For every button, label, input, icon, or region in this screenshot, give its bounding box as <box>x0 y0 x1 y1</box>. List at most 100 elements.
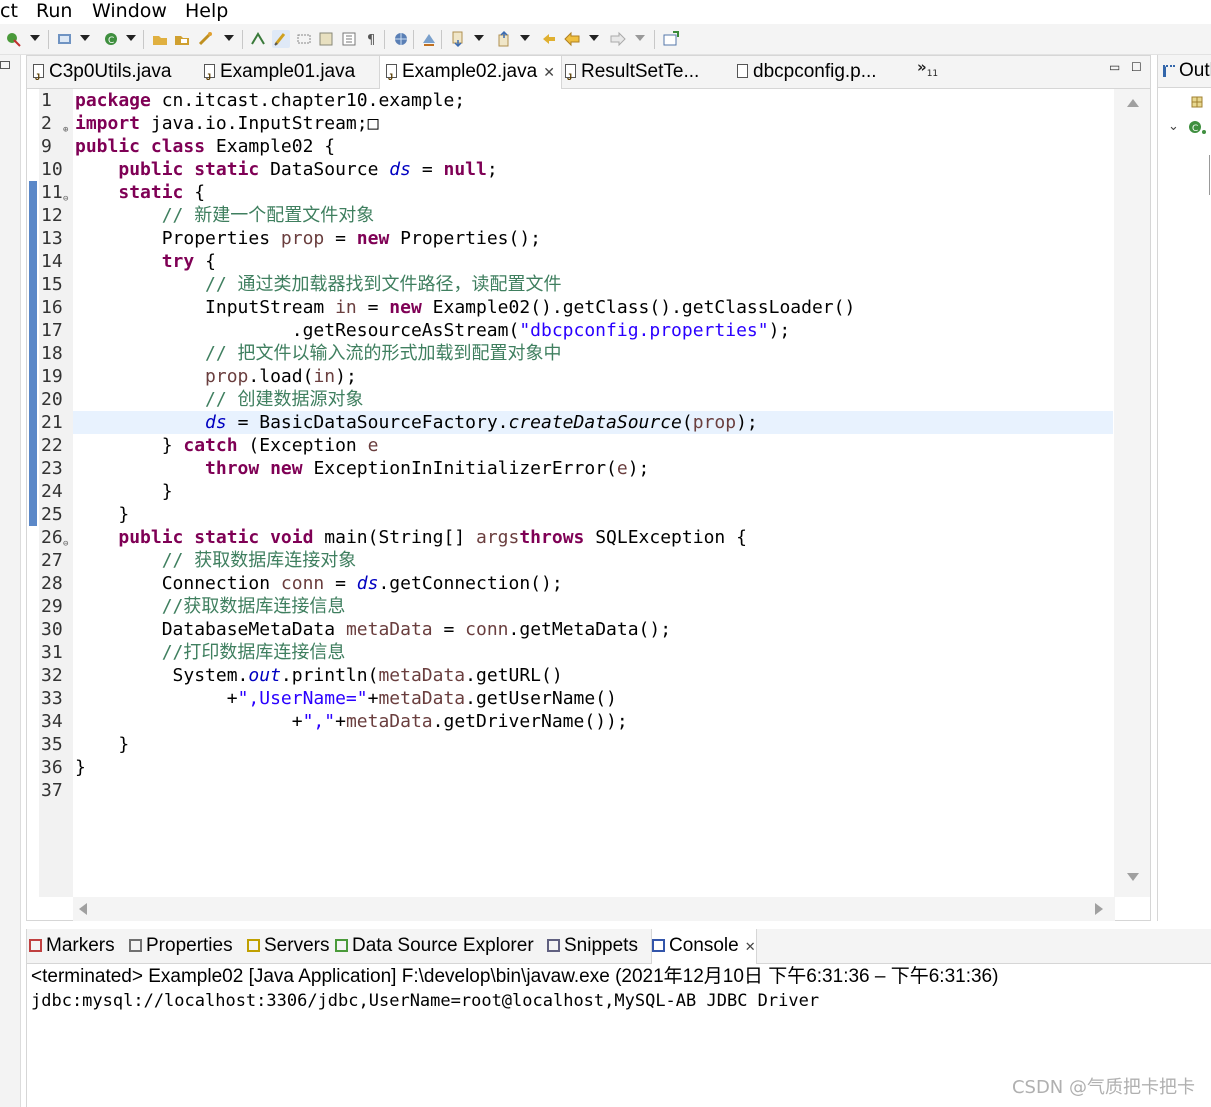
tab-label: C3p0Utils.java <box>49 61 172 82</box>
open-resource-icon[interactable] <box>173 30 191 48</box>
back-dropdown-icon[interactable] <box>589 35 599 41</box>
next-annotation-icon[interactable] <box>449 30 467 48</box>
code-line[interactable]: 26 ⊖ public static void main(String[] arg… <box>41 526 1113 549</box>
code-line[interactable]: 22 } catch (Exception e <box>41 434 1113 457</box>
tab-servers[interactable]: Servers <box>247 929 329 963</box>
restore-view-icon[interactable] <box>0 61 10 69</box>
code-line[interactable]: 18 // 把文件以输入流的形式加载到配置对象中 <box>41 342 1113 365</box>
previous-annotation-icon[interactable] <box>495 30 513 48</box>
code-line[interactable]: 32 System.out.println(metaData.getURL() <box>41 664 1113 687</box>
code-line[interactable]: 31 //打印数据库连接信息 <box>41 641 1113 664</box>
paragraph-icon[interactable]: ¶ <box>363 30 381 48</box>
code-line[interactable]: 9 public class Example02 { <box>41 135 1113 158</box>
console-output[interactable]: jdbc:mysql://localhost:3306/jdbc,UserNam… <box>31 990 819 1012</box>
class-dropdown-icon[interactable] <box>126 35 136 41</box>
class-icon[interactable]: C <box>1188 120 1210 136</box>
menu-window[interactable]: Window <box>92 0 167 22</box>
search-dropdown-icon[interactable] <box>224 35 234 41</box>
tab-snippets[interactable]: Snippets <box>547 929 638 963</box>
next-annotation-dropdown-icon[interactable] <box>474 35 484 41</box>
forward-dropdown-icon[interactable] <box>635 35 645 41</box>
word-wrap-icon[interactable] <box>317 30 335 48</box>
code-text: // 通过类加载器找到文件路径，读配置文件 <box>75 273 562 296</box>
code-line[interactable]: 23 throw new ExceptionInInitializerError… <box>41 457 1113 480</box>
code-line[interactable]: 29 //获取数据库连接信息 <box>41 595 1113 618</box>
new-wizard-icon[interactable] <box>4 30 22 48</box>
close-tab-icon[interactable]: ✕ <box>543 64 555 80</box>
code-line[interactable]: 17 .getResourceAsStream("dbcpconfig.prop… <box>41 319 1113 342</box>
tab-overflow-button[interactable]: »11 <box>917 58 938 79</box>
code-line[interactable]: 36} <box>41 756 1113 779</box>
block-selection-icon[interactable] <box>295 30 313 48</box>
code-line[interactable]: 16 InputStream in = new Example02().getC… <box>41 296 1113 319</box>
tab-resultsettest[interactable]: ResultSetTe... <box>565 56 699 93</box>
code-line[interactable]: 37 <box>41 779 1113 802</box>
code-text-area[interactable]: 1 package cn.itcast.chapter10.example; 2 ⊕ i… <box>41 89 1113 897</box>
code-line[interactable]: 30 DatabaseMetaData metaData = conn.getM… <box>41 618 1113 641</box>
code-line[interactable]: 10 public static DataSource ds = null; <box>41 158 1113 181</box>
show-whitespace-icon[interactable] <box>340 30 358 48</box>
tab-outline[interactable]: Outline <box>1158 55 1211 88</box>
horizontal-scrollbar[interactable] <box>73 897 1115 921</box>
open-type-icon[interactable] <box>151 30 169 48</box>
code-line[interactable]: 25 } <box>41 503 1113 526</box>
menu-help[interactable]: Help <box>185 0 228 22</box>
snippets-icon <box>547 939 560 952</box>
code-line[interactable]: 24 } <box>41 480 1113 503</box>
web-browser-icon[interactable] <box>392 30 410 48</box>
tab-example02[interactable]: Example02.java ✕ <box>379 56 562 93</box>
menu-run[interactable]: Run <box>36 0 72 22</box>
keyword-token: void <box>270 527 325 548</box>
code-line[interactable]: 27 // 获取数据库连接对象 <box>41 549 1113 572</box>
new-server-icon[interactable] <box>56 30 74 48</box>
chevron-down-icon[interactable]: ⌄ <box>1168 119 1179 134</box>
previous-annotation-dropdown-icon[interactable] <box>520 35 530 41</box>
code-line[interactable]: 14 try { <box>41 250 1113 273</box>
code-line[interactable]: 28 Connection conn = ds.getConnection(); <box>41 572 1113 595</box>
tab-console[interactable]: Console ✕ <box>651 929 757 964</box>
code-line[interactable]: 15 // 通过类加载器找到文件路径，读配置文件 <box>41 273 1113 296</box>
vertical-scrollbar[interactable] <box>1114 89 1150 897</box>
tab-properties[interactable]: Properties <box>129 929 233 963</box>
code-line[interactable]: 33 +",UserName="+metaData.getUserName() <box>41 687 1113 710</box>
new-dropdown-icon[interactable] <box>30 35 40 41</box>
code-line[interactable]: 20 // 创建数据源对象 <box>41 388 1113 411</box>
code-line[interactable]: 35 } <box>41 733 1113 756</box>
code-line[interactable]: 1 package cn.itcast.chapter10.example; <box>41 89 1113 112</box>
new-class-icon[interactable]: C <box>102 30 120 48</box>
maximize-icon[interactable]: ☐ <box>1131 60 1142 74</box>
back-icon[interactable] <box>563 30 581 48</box>
tab-dbcpconfig[interactable]: dbcpconfig.p... <box>737 56 877 88</box>
tab-example01[interactable]: Example01.java <box>204 56 355 93</box>
code-line[interactable]: 12 // 新建一个配置文件对象 <box>41 204 1113 227</box>
close-tab-icon[interactable]: ✕ <box>745 939 756 954</box>
comment-token: //打印数据库连接信息 <box>161 642 346 663</box>
code-line[interactable]: 34 +","+metaData.getDriverName()); <box>41 710 1113 733</box>
tab-markers[interactable]: Markers <box>29 929 115 963</box>
code-line[interactable]: 19 prop.load(in); <box>41 365 1113 388</box>
tab-c3p0utils[interactable]: C3p0Utils.java <box>33 56 172 93</box>
tab-data-source-explorer[interactable]: Data Source Explorer <box>335 929 534 963</box>
server-dropdown-icon[interactable] <box>80 35 90 41</box>
line-number: 9 <box>41 136 52 157</box>
open-perspective-icon[interactable] <box>662 30 680 48</box>
keyword-token: new <box>270 458 314 479</box>
toggle-breadcrumb-icon[interactable] <box>249 30 267 48</box>
minimize-icon[interactable]: ▭ <box>1109 60 1120 74</box>
code-line[interactable]: 13 Properties prop = new Properties(); <box>41 227 1113 250</box>
forward-icon[interactable] <box>609 30 627 48</box>
code-line[interactable]: 21 ds = BasicDataSourceFactory.createDat… <box>41 411 1113 434</box>
scroll-left-icon[interactable] <box>79 903 87 915</box>
scroll-up-icon[interactable] <box>1127 99 1139 107</box>
scroll-right-icon[interactable] <box>1095 903 1103 915</box>
code-line[interactable]: 11 ⊖ static { <box>41 181 1113 204</box>
search-icon[interactable] <box>197 30 215 48</box>
last-edit-location-icon[interactable] <box>540 30 558 48</box>
mark-occurrences-icon[interactable] <box>272 30 290 48</box>
code-line[interactable]: 2 ⊕ import java.io.InputStream;□ <box>41 112 1113 135</box>
task-icon[interactable] <box>420 30 438 48</box>
menu-project[interactable]: ct <box>0 0 18 22</box>
scroll-down-icon[interactable] <box>1127 873 1139 881</box>
